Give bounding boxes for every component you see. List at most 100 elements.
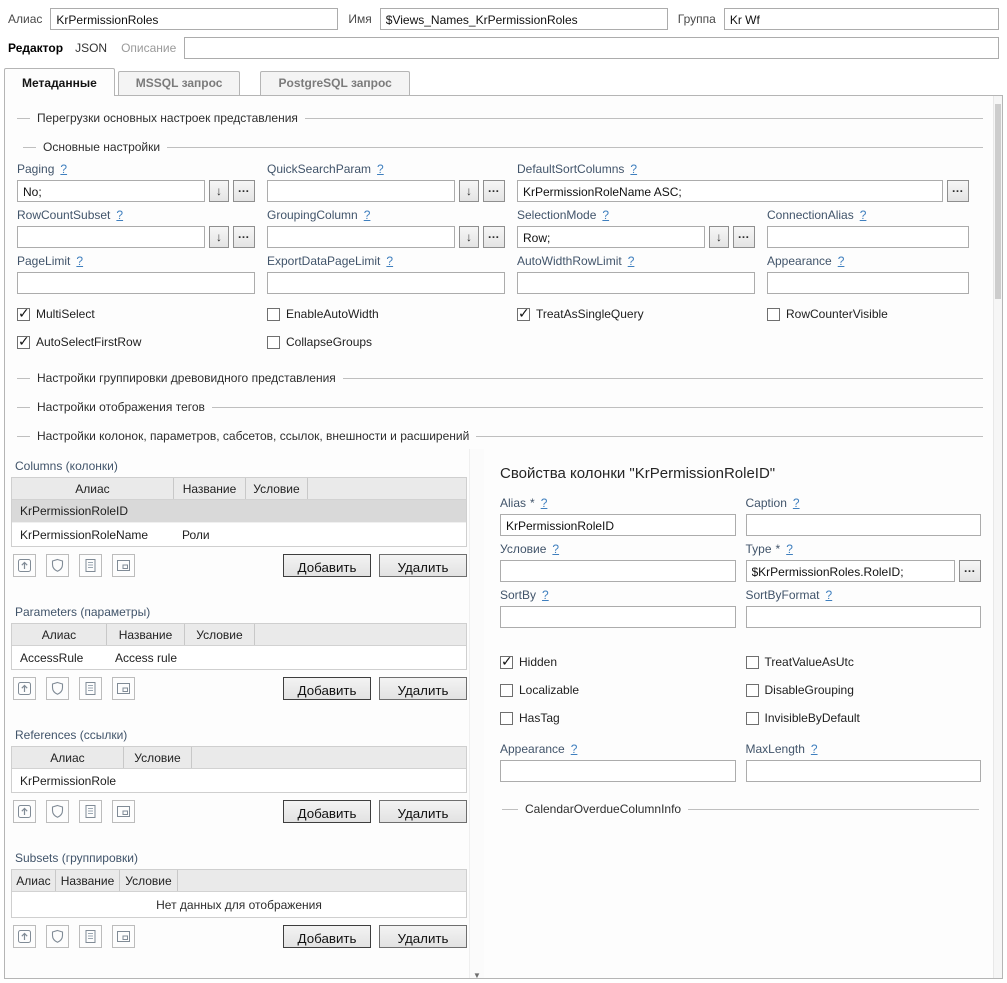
prop-appearance-input[interactable] xyxy=(500,760,736,782)
help-link[interactable]: ? xyxy=(811,742,818,756)
connection-alias-input[interactable] xyxy=(767,226,969,248)
column-row[interactable]: KrPermissionRoleName Роли xyxy=(12,523,466,546)
help-link[interactable]: ? xyxy=(628,254,635,268)
quick-search-more-button[interactable]: … xyxy=(483,180,505,202)
prop-caption-input[interactable] xyxy=(746,514,982,536)
reference-row[interactable]: KrPermissionRole xyxy=(12,769,466,792)
group-input[interactable] xyxy=(724,8,999,30)
help-link[interactable]: ? xyxy=(377,162,384,176)
references-remove-button[interactable]: Удалить xyxy=(379,800,467,823)
security-button[interactable] xyxy=(46,677,69,700)
hidden-checkbox[interactable]: ✓ Hidden xyxy=(500,655,557,669)
selection-mode-input[interactable] xyxy=(517,226,705,248)
columns-add-button[interactable]: Добавить xyxy=(283,554,371,577)
paging-input[interactable] xyxy=(17,180,205,202)
paging-more-button[interactable]: … xyxy=(233,180,255,202)
scroll-down-icon[interactable]: ▼ xyxy=(471,968,483,978)
treat-as-single-query-checkbox[interactable]: ✓ TreatAsSingleQuery xyxy=(517,307,644,321)
frame-button[interactable] xyxy=(112,677,135,700)
help-link[interactable]: ? xyxy=(786,542,793,556)
collapse-groups-checkbox[interactable]: ✓ CollapseGroups xyxy=(267,335,372,349)
disable-grouping-checkbox[interactable]: ✓ DisableGrouping xyxy=(746,683,854,697)
editor-button[interactable]: Редактор xyxy=(8,41,63,55)
prop-sortbyformat-input[interactable] xyxy=(746,606,982,628)
multiselect-checkbox[interactable]: ✓ MultiSelect xyxy=(17,307,95,321)
invisible-by-default-checkbox[interactable]: ✓ InvisibleByDefault xyxy=(746,711,860,725)
help-link[interactable]: ? xyxy=(541,496,548,510)
move-up-button[interactable] xyxy=(13,677,36,700)
json-button[interactable]: JSON xyxy=(75,41,107,55)
treat-value-as-utc-checkbox[interactable]: ✓ TreatValueAsUtc xyxy=(746,655,854,669)
help-link[interactable]: ? xyxy=(116,208,123,222)
row-count-subset-input[interactable] xyxy=(17,226,205,248)
has-tag-checkbox[interactable]: ✓ HasTag xyxy=(500,711,560,725)
default-sort-columns-more-button[interactable]: … xyxy=(947,180,969,202)
document-button[interactable] xyxy=(79,677,102,700)
help-link[interactable]: ? xyxy=(60,162,67,176)
frame-button[interactable] xyxy=(112,554,135,577)
export-data-page-limit-input[interactable] xyxy=(267,272,505,294)
tab-metadata[interactable]: Метаданные xyxy=(4,68,115,96)
column-row-selected[interactable]: KrPermissionRoleID xyxy=(12,500,466,523)
help-link[interactable]: ? xyxy=(838,254,845,268)
tab-mssql-query[interactable]: MSSQL запрос xyxy=(118,71,241,95)
description-input[interactable] xyxy=(184,37,999,59)
prop-alias-input[interactable] xyxy=(500,514,736,536)
security-button[interactable] xyxy=(46,800,69,823)
paging-insert-button[interactable]: ↓ xyxy=(209,180,229,202)
main-scrollbar-thumb[interactable] xyxy=(995,104,1001,299)
tab-postgresql-query[interactable]: PostgreSQL запрос xyxy=(260,71,409,95)
frame-button[interactable] xyxy=(112,800,135,823)
alias-input[interactable] xyxy=(50,8,338,30)
parameters-add-button[interactable]: Добавить xyxy=(283,677,371,700)
quick-search-insert-button[interactable]: ↓ xyxy=(459,180,479,202)
page-limit-input[interactable] xyxy=(17,272,255,294)
subsets-add-button[interactable]: Добавить xyxy=(283,925,371,948)
subsets-remove-button[interactable]: Удалить xyxy=(379,925,467,948)
grouping-column-insert-button[interactable]: ↓ xyxy=(459,226,479,248)
prop-maxlength-input[interactable] xyxy=(746,760,982,782)
columns-remove-button[interactable]: Удалить xyxy=(379,554,467,577)
help-link[interactable]: ? xyxy=(630,162,637,176)
help-link[interactable]: ? xyxy=(826,588,833,602)
row-count-subset-insert-button[interactable]: ↓ xyxy=(209,226,229,248)
selection-mode-insert-button[interactable]: ↓ xyxy=(709,226,729,248)
name-input[interactable] xyxy=(380,8,668,30)
prop-condition-input[interactable] xyxy=(500,560,736,582)
prop-type-input[interactable] xyxy=(746,560,956,582)
help-link[interactable]: ? xyxy=(793,496,800,510)
security-button[interactable] xyxy=(46,554,69,577)
help-link[interactable]: ? xyxy=(571,742,578,756)
move-up-button[interactable] xyxy=(13,554,36,577)
row-counter-visible-checkbox[interactable]: ✓ RowCounterVisible xyxy=(767,307,888,321)
localizable-checkbox[interactable]: ✓ Localizable xyxy=(500,683,579,697)
parameter-row[interactable]: AccessRule Access rule xyxy=(12,646,466,669)
main-scrollbar-track[interactable] xyxy=(993,96,1002,978)
document-button[interactable] xyxy=(79,554,102,577)
row-count-subset-more-button[interactable]: … xyxy=(233,226,255,248)
prop-sortby-input[interactable] xyxy=(500,606,736,628)
enable-auto-width-checkbox[interactable]: ✓ EnableAutoWidth xyxy=(267,307,379,321)
help-link[interactable]: ? xyxy=(386,254,393,268)
references-add-button[interactable]: Добавить xyxy=(283,800,371,823)
document-button[interactable] xyxy=(79,800,102,823)
help-link[interactable]: ? xyxy=(602,208,609,222)
frame-button[interactable] xyxy=(112,925,135,948)
quick-search-param-input[interactable] xyxy=(267,180,455,202)
prop-type-more-button[interactable]: … xyxy=(959,560,981,582)
grouping-column-input[interactable] xyxy=(267,226,455,248)
left-pane-scrollbar[interactable]: ▼ xyxy=(469,449,484,978)
appearance-input[interactable] xyxy=(767,272,969,294)
auto-width-row-limit-input[interactable] xyxy=(517,272,755,294)
help-link[interactable]: ? xyxy=(76,254,83,268)
grouping-column-more-button[interactable]: … xyxy=(483,226,505,248)
help-link[interactable]: ? xyxy=(552,542,559,556)
document-button[interactable] xyxy=(79,925,102,948)
help-link[interactable]: ? xyxy=(860,208,867,222)
selection-mode-more-button[interactable]: … xyxy=(733,226,755,248)
help-link[interactable]: ? xyxy=(364,208,371,222)
parameters-remove-button[interactable]: Удалить xyxy=(379,677,467,700)
security-button[interactable] xyxy=(46,925,69,948)
help-link[interactable]: ? xyxy=(542,588,549,602)
move-up-button[interactable] xyxy=(13,800,36,823)
